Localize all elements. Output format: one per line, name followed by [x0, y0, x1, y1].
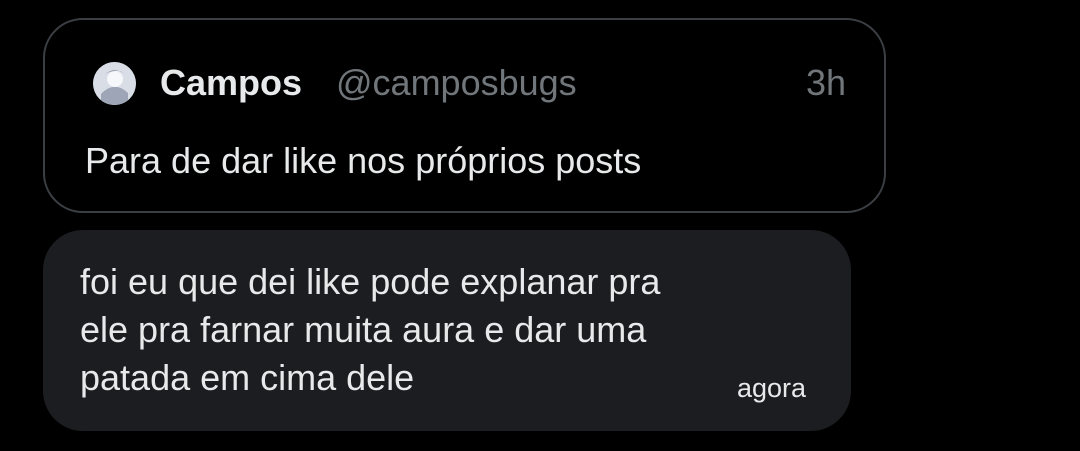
quoted-post-card[interactable]: [43, 18, 886, 213]
avatar[interactable]: [93, 62, 136, 105]
author-handle[interactable]: @camposbugs: [336, 62, 577, 104]
message-line: ele pra farnar muita aura e dar uma: [80, 309, 647, 350]
message-line: patada em cima dele: [80, 357, 415, 398]
post-time: 3h: [805, 62, 846, 103]
message-line: foi eu que dei like pode explanar pra: [80, 261, 661, 302]
quoted-post-text: Para de dar like nos próprios posts: [85, 140, 642, 181]
message-text: foi eu que dei like pode explanar pra el…: [80, 258, 780, 402]
message-timestamp: agora: [737, 373, 807, 403]
author-name[interactable]: Campos: [160, 62, 302, 104]
